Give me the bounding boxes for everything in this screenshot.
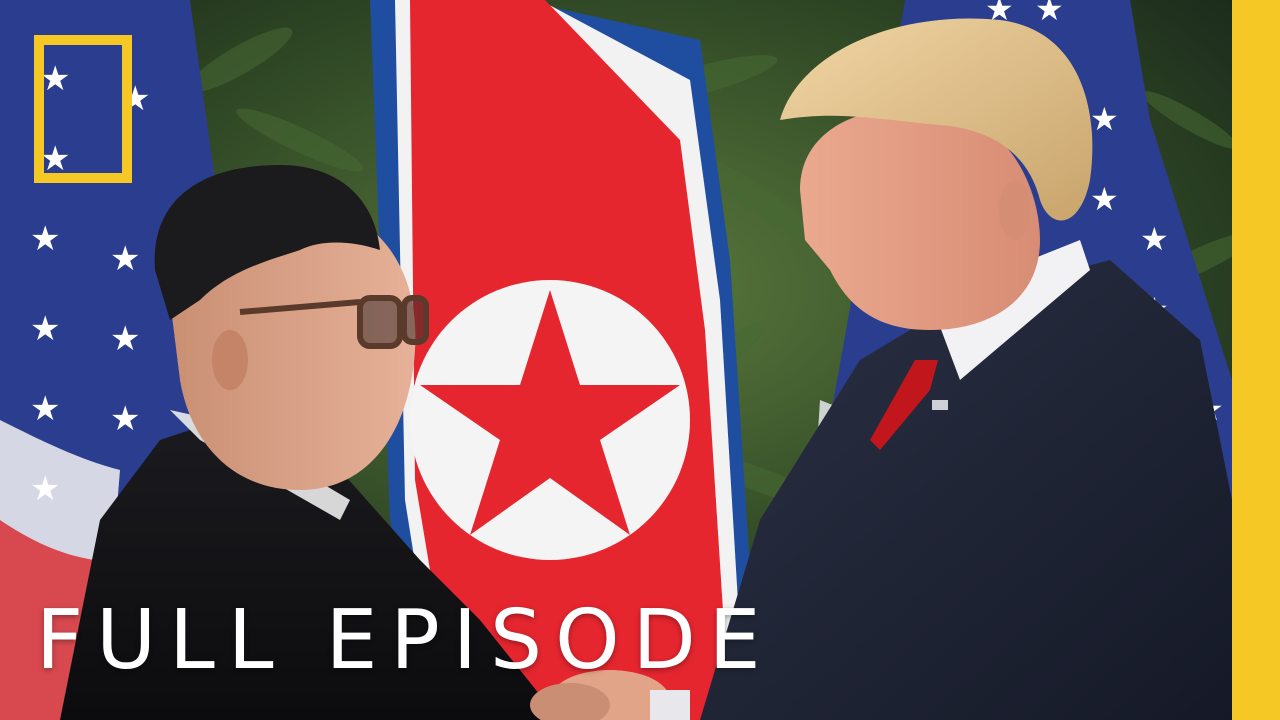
brand-accent-bar: [1232, 0, 1280, 720]
video-thumbnail[interactable]: ★ ★ ★ ★ ★ ★ ★ ★ ★ ★ ★ ★ ★ ★ ★ FULL EPISO…: [0, 0, 1280, 720]
svg-text:★: ★: [110, 319, 140, 359]
svg-text:★: ★: [1090, 100, 1119, 138]
national-geographic-logo-icon: [34, 35, 132, 183]
svg-text:★: ★: [110, 399, 140, 439]
svg-text:★: ★: [1035, 0, 1064, 28]
svg-text:★: ★: [30, 219, 60, 259]
full-episode-caption: FULL EPISODE: [36, 593, 774, 688]
svg-text:★: ★: [1140, 220, 1169, 258]
svg-text:★: ★: [30, 389, 60, 429]
svg-text:★: ★: [30, 309, 60, 349]
svg-text:★: ★: [110, 239, 140, 279]
svg-text:★: ★: [1090, 180, 1119, 218]
svg-text:★: ★: [30, 469, 60, 509]
